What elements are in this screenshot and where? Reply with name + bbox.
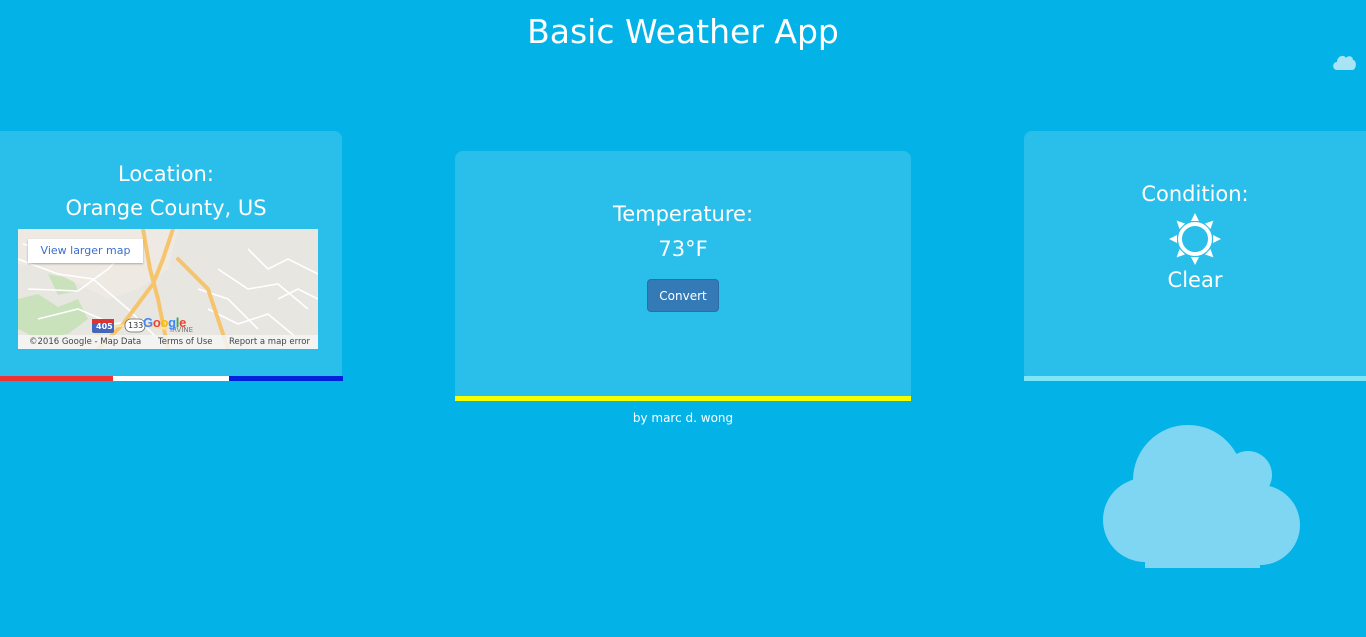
map-copyright: ©2016 Google - Map Data bbox=[29, 337, 142, 347]
location-value: Orange County, US bbox=[65, 196, 267, 220]
temperature-card: Temperature: 73°F bbox=[455, 151, 911, 401]
location-heading: Location: bbox=[118, 162, 214, 186]
google-logo: Google bbox=[143, 315, 187, 330]
interstate-shield: 405 bbox=[96, 322, 113, 331]
condition-accent-bar bbox=[1024, 376, 1366, 381]
weather-app-page: Basic Weather App Location: Orange Count… bbox=[0, 0, 1366, 637]
flag-red-segment bbox=[0, 376, 113, 381]
temperature-accent-bar bbox=[455, 396, 911, 401]
convert-button[interactable]: Convert bbox=[647, 279, 719, 312]
terms-of-use-link[interactable]: Terms of Use bbox=[158, 335, 213, 349]
sun-icon bbox=[1169, 213, 1221, 265]
report-map-error-link[interactable]: Report a map error bbox=[229, 335, 310, 349]
cloud-icon bbox=[1103, 425, 1300, 568]
view-larger-map-link[interactable]: View larger map bbox=[28, 239, 143, 263]
author-byline: by marc d. wong bbox=[632, 411, 734, 425]
flag-blue-segment bbox=[229, 376, 343, 381]
route-shield: 133 bbox=[128, 321, 144, 330]
map-footer: ©2016 Google - Map Data Terms of Use Rep… bbox=[18, 335, 318, 349]
temperature-value: 73°F bbox=[658, 237, 708, 261]
location-map[interactable]: 405 133 IRVINE View larger map Google ©2… bbox=[18, 229, 318, 349]
cloud-icon bbox=[1333, 55, 1356, 70]
condition-heading: Condition: bbox=[1141, 182, 1249, 206]
temperature-heading: Temperature: bbox=[612, 202, 754, 226]
condition-value: Clear bbox=[1167, 268, 1223, 292]
page-title: Basic Weather App bbox=[527, 12, 839, 51]
location-accent-bar bbox=[0, 376, 343, 381]
flag-white-segment bbox=[113, 376, 229, 381]
